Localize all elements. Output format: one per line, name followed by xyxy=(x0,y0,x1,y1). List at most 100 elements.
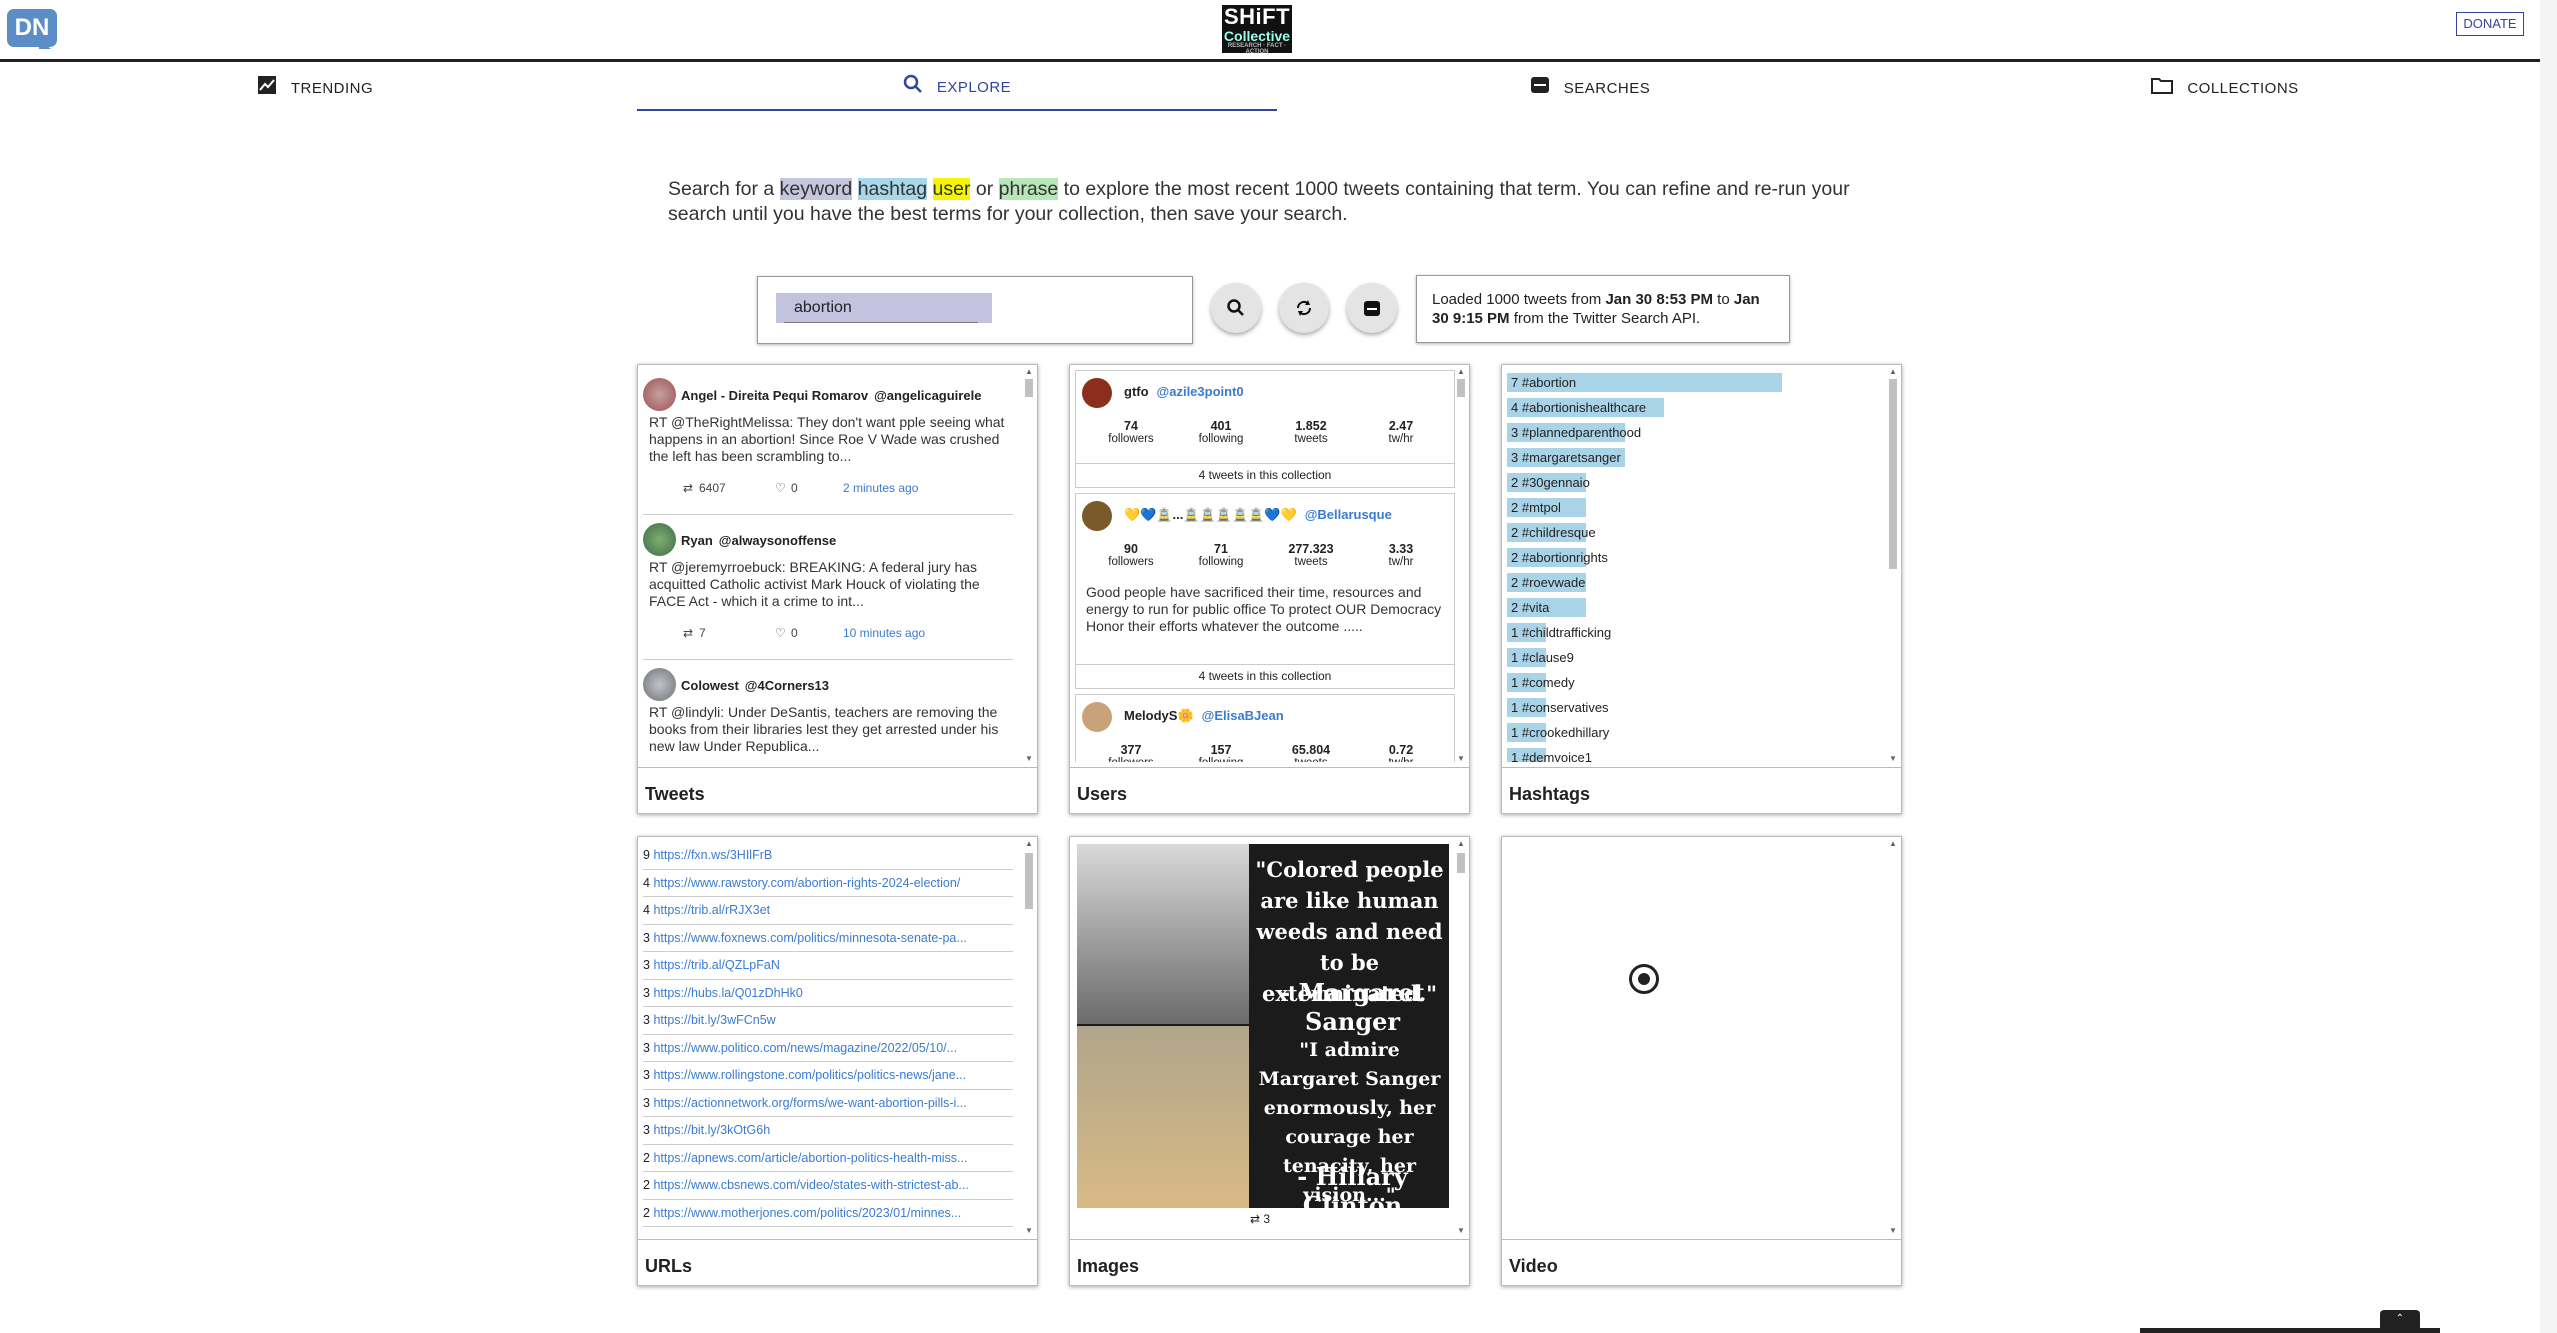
hashtag-row[interactable]: 2 #mtpol xyxy=(1507,495,1887,520)
hashtag-row[interactable]: 2 #abortionrights xyxy=(1507,545,1887,570)
urls-panel-title: URLs xyxy=(638,1239,1037,1285)
hashtag-row[interactable]: 1 #clause9 xyxy=(1507,645,1887,670)
portrait-photo xyxy=(1077,844,1249,1024)
url-count: 3 xyxy=(643,1040,650,1055)
users-list[interactable]: gtfo @azile3point0 74 followers 401 followi… xyxy=(1075,370,1455,762)
url-link[interactable]: https://bit.ly/3wFCn5w xyxy=(653,1013,775,1027)
save-search-button[interactable] xyxy=(1347,283,1397,333)
scrollbar[interactable]: ▲ ▼ xyxy=(1887,367,1899,763)
image-thumbnail[interactable]: "Colored people are like human weeds and… xyxy=(1077,844,1449,1208)
url-link[interactable]: https://hubs.la/Q01zDhHk0 xyxy=(653,986,802,1000)
bottom-drawer-handle[interactable] xyxy=(2140,1328,2440,1333)
user-card[interactable]: 💛💙🚊...🚊🚊🚊🚊🚊💙💛 @Bellarusque 90 followers 71… xyxy=(1075,493,1455,689)
hashtag-row[interactable]: 3 #margaretsanger xyxy=(1507,445,1887,470)
tweet-card[interactable]: Colowest @4Corners13 RT @lindyli: Under D… xyxy=(643,660,1013,762)
hashtag-row[interactable]: 2 #childresque xyxy=(1507,520,1887,545)
user-card[interactable]: gtfo @azile3point0 74 followers 401 followi… xyxy=(1075,370,1455,488)
logo-collective-text: Collective xyxy=(1223,28,1291,44)
scrollbar[interactable]: ▲ ▼ xyxy=(1023,839,1035,1235)
search-term-chip[interactable]: abortion xyxy=(776,293,992,323)
hashtag-row[interactable]: 3 #plannedparenthood xyxy=(1507,420,1887,445)
user-name[interactable]: gtfo @azile3point0 xyxy=(1124,384,1244,399)
collection-count[interactable]: 4 tweets in this collection xyxy=(1076,463,1454,487)
scrollbar[interactable]: ▲ ▼ xyxy=(1455,367,1467,763)
load-status: Loaded 1000 tweets from Jan 30 8:53 PM t… xyxy=(1416,275,1790,343)
tweet-time-link[interactable]: 10 minutes ago xyxy=(843,626,925,640)
avatar[interactable] xyxy=(643,668,676,701)
shift-collective-logo[interactable]: SHiFT Collective RESEARCH · FACT · ACTIO… xyxy=(1222,5,1292,55)
tweet-author[interactable]: Angel - Direita Pequi Romarov @angelicagu… xyxy=(681,388,981,403)
hashtag-row[interactable]: 2 #roevwade xyxy=(1507,570,1887,595)
donate-button[interactable]: DONATE xyxy=(2456,12,2524,36)
like-count: 0 xyxy=(791,481,798,495)
hashtag-row[interactable]: 1 #demvoice1 xyxy=(1507,745,1887,762)
url-row: 3 https://www.rollingstone.com/politics/… xyxy=(643,1062,1013,1090)
hashtag-row[interactable]: 4 #abortionishealthcare xyxy=(1507,395,1887,420)
url-row: 3 https://bit.ly/3kOtG6h xyxy=(643,1117,1013,1145)
url-link[interactable]: https://apnews.com/article/abortion-poli… xyxy=(653,1151,967,1165)
hashtag-label: 1 #clause9 xyxy=(1511,650,1574,665)
hashtag-row[interactable]: 2 #30gennaio xyxy=(1507,470,1887,495)
chevron-up-icon[interactable]: ⌃ xyxy=(2380,1310,2420,1328)
urls-list[interactable]: 9 https://fxn.ws/3HIlFrB 4 https://www.ra… xyxy=(643,842,1023,1234)
intro-or: or xyxy=(970,178,999,200)
hashtag-row[interactable]: 1 #crookedhillary xyxy=(1507,720,1887,745)
user-name[interactable]: 💛💙🚊...🚊🚊🚊🚊🚊💙💛 @Bellarusque xyxy=(1124,507,1392,523)
image-retweets: ⇄ 3 xyxy=(1249,1212,1271,1226)
hashtag-highlight: hashtag xyxy=(857,178,928,200)
search-icon xyxy=(903,74,923,100)
hashtag-row[interactable]: 1 #childtrafficking xyxy=(1507,620,1887,645)
avatar[interactable] xyxy=(1082,501,1112,531)
video-area xyxy=(1507,842,1887,1234)
tweets-list[interactable]: Angel - Direita Pequi Romarov @angelicagu… xyxy=(643,370,1023,762)
url-count: 9 xyxy=(643,848,650,862)
url-link[interactable]: https://trib.al/QZLpFaN xyxy=(653,958,779,972)
trending-chart-icon xyxy=(257,75,277,101)
hashtag-row[interactable]: 1 #conservatives xyxy=(1507,695,1887,720)
refresh-button[interactable] xyxy=(1279,283,1329,333)
tab-collections[interactable]: COLLECTIONS xyxy=(2151,65,2298,111)
url-link[interactable]: https://www.cbsnews.com/video/states-wit… xyxy=(653,1178,968,1192)
scrollbar[interactable]: ▲ ▼ xyxy=(1023,367,1035,763)
search-button[interactable] xyxy=(1211,283,1261,333)
url-link[interactable]: https://www.politico.com/news/magazine/2… xyxy=(653,1041,957,1055)
hashtag-row[interactable]: 1 #comedy xyxy=(1507,670,1887,695)
status-from: Jan 30 8:53 PM xyxy=(1605,291,1714,308)
tab-trending[interactable]: TRENDING xyxy=(257,65,373,111)
tweet-author[interactable]: Ryan @alwaysonoffense xyxy=(681,533,836,548)
tab-searches[interactable]: SEARCHES xyxy=(1530,65,1650,111)
url-link[interactable]: https://fxn.ws/3HIlFrB xyxy=(653,848,772,862)
hashtags-panel-title: Hashtags xyxy=(1502,767,1901,813)
tweet-time-link[interactable]: 2 minutes ago xyxy=(843,481,918,495)
avatar[interactable] xyxy=(1082,378,1112,408)
scrollbar[interactable]: ▲ ▼ xyxy=(1455,839,1467,1235)
tweet-card[interactable]: Ryan @alwaysonoffense RT @jeremyrroebuck:… xyxy=(643,515,1013,660)
url-row: 3 https://bit.ly/3wFCn5w xyxy=(643,1007,1013,1035)
tweet-author[interactable]: Colowest @4Corners13 xyxy=(681,678,829,693)
search-input[interactable]: abortion xyxy=(757,276,1193,344)
hashtag-row[interactable]: 7 #abortion xyxy=(1507,370,1887,395)
url-count: 3 xyxy=(643,1123,650,1137)
tweet-card[interactable]: Angel - Direita Pequi Romarov @angelicagu… xyxy=(643,370,1013,515)
url-link[interactable]: https://www.rollingstone.com/politics/po… xyxy=(653,1068,966,1082)
url-link[interactable]: https://www.motherjones.com/politics/202… xyxy=(653,1206,961,1220)
url-link[interactable]: https://bit.ly/3kOtG6h xyxy=(653,1123,770,1137)
hashtags-list[interactable]: 7 #abortion 4 #abortionishealthcare 3 #pla… xyxy=(1507,370,1887,762)
avatar[interactable] xyxy=(1082,702,1112,732)
page-scrollbar[interactable] xyxy=(2540,0,2557,1333)
url-link[interactable]: https://trib.al/rRJX3et xyxy=(653,903,770,917)
avatar[interactable] xyxy=(643,378,676,411)
user-card[interactable]: MelodyS🌼@ElisaBJean 377followers 157foll… xyxy=(1075,694,1455,762)
url-link[interactable]: https://www.rawstory.com/abortion-rights… xyxy=(653,876,960,890)
avatar[interactable] xyxy=(643,523,676,556)
hashtag-row[interactable]: 2 #vita xyxy=(1507,595,1887,620)
user-name[interactable]: MelodyS🌼 @ElisaBJean xyxy=(1124,708,1284,724)
dn-logo[interactable]: DN xyxy=(7,9,57,49)
retweet-icon: ⇄ xyxy=(1249,1212,1264,1226)
collection-count[interactable]: 4 tweets in this collection xyxy=(1076,664,1454,688)
url-link[interactable]: https://www.foxnews.com/politics/minneso… xyxy=(653,931,966,945)
tweet-text: RT @TheRightMelissa: They don't want ppl… xyxy=(649,414,1005,464)
url-link[interactable]: https://actionnetwork.org/forms/we-want-… xyxy=(653,1096,966,1110)
scrollbar[interactable]: ▲ ▼ xyxy=(1887,839,1899,1235)
tab-explore[interactable]: EXPLORE xyxy=(637,65,1277,111)
